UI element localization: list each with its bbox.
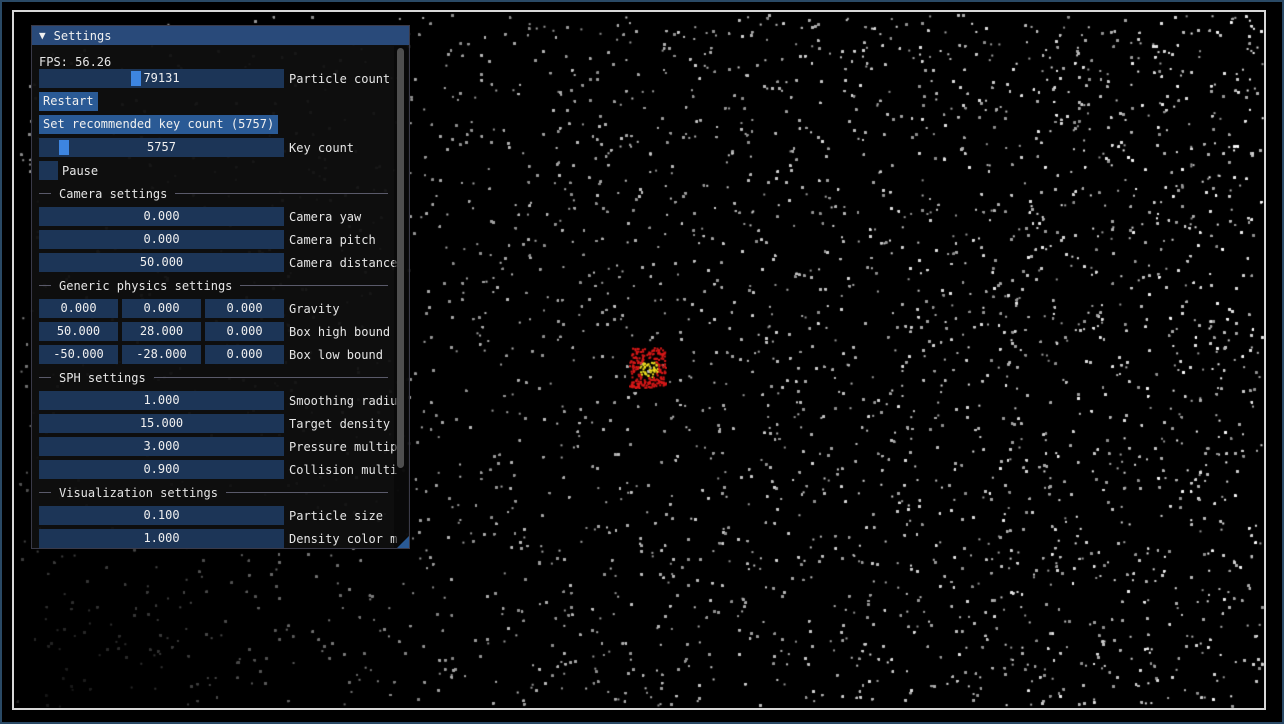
gravity-x-drag[interactable]: 0.000	[39, 299, 118, 318]
sph-settings-separator: SPH settings	[39, 368, 388, 387]
camera-settings-separator: Camera settings	[39, 184, 388, 203]
dense-particle-cluster	[629, 347, 667, 389]
key-count-row: 5757 Key count	[39, 138, 354, 157]
pause-label: Pause	[62, 163, 99, 178]
sph-settings-header: SPH settings	[59, 370, 146, 385]
box-low-bound-row: -50.000 -28.000 0.000 Box low bound	[39, 345, 383, 364]
window-title: Settings	[53, 28, 112, 43]
particle-count-label: Particle count	[289, 71, 391, 86]
pressure-multiplier-drag[interactable]: 3.000	[39, 437, 284, 456]
camera-pitch-label: Camera pitch	[289, 232, 376, 247]
key-count-label: Key count	[289, 140, 355, 155]
camera-settings-header: Camera settings	[59, 186, 168, 201]
separator-line	[39, 377, 51, 378]
settings-window[interactable]: ▼ Settings FPS: 56.26 79131 Particle cou…	[31, 25, 410, 549]
separator-line	[175, 193, 388, 194]
separator-line	[39, 492, 51, 493]
pressure-multiplier-label: Pressure multip	[289, 439, 398, 454]
collision-multiplier-row: 0.900 Collision multi	[39, 460, 397, 479]
settings-scrollbar[interactable]	[394, 46, 408, 548]
restart-row: Restart	[39, 92, 98, 111]
camera-yaw-drag[interactable]: 0.000	[39, 207, 284, 226]
particle-size-row: 0.100 Particle size	[39, 506, 383, 525]
gravity-y-drag[interactable]: 0.000	[122, 299, 201, 318]
particle-count-value: 79131	[143, 71, 180, 85]
camera-distance-row: 50.000 Camera distance	[39, 253, 397, 272]
camera-distance-drag[interactable]: 50.000	[39, 253, 284, 272]
separator-line	[39, 285, 51, 286]
target-density-drag[interactable]: 15.000	[39, 414, 284, 433]
camera-distance-label: Camera distance	[289, 255, 398, 270]
pause-checkbox[interactable]	[39, 161, 58, 180]
key-count-slider[interactable]: 5757	[39, 138, 284, 157]
pause-row: Pause	[39, 161, 98, 180]
key-count-value: 5757	[147, 140, 176, 154]
visualization-settings-header: Visualization settings	[59, 485, 218, 500]
separator-line	[153, 377, 388, 378]
camera-yaw-row: 0.000 Camera yaw	[39, 207, 361, 226]
box-low-bound-label: Box low bound	[289, 347, 383, 362]
high-bound-x-drag[interactable]: 50.000	[39, 322, 118, 341]
physics-settings-separator: Generic physics settings	[39, 276, 388, 295]
collapse-triangle-icon[interactable]: ▼	[39, 29, 46, 42]
restart-button[interactable]: Restart	[39, 92, 98, 111]
separator-line	[240, 285, 388, 286]
smoothing-radius-drag[interactable]: 1.000	[39, 391, 284, 410]
low-bound-z-drag[interactable]: 0.000	[205, 345, 284, 364]
particle-count-row: 79131 Particle count	[39, 69, 390, 88]
slider-grab[interactable]	[59, 140, 70, 155]
gravity-label: Gravity	[289, 301, 340, 316]
camera-pitch-row: 0.000 Camera pitch	[39, 230, 376, 249]
particle-count-slider[interactable]: 79131	[39, 69, 284, 88]
fps-text: FPS: 56.26	[39, 54, 112, 69]
visualization-settings-separator: Visualization settings	[39, 483, 388, 502]
slider-grab[interactable]	[131, 71, 142, 86]
physics-settings-header: Generic physics settings	[59, 278, 233, 293]
pressure-multiplier-row: 3.000 Pressure multip	[39, 437, 397, 456]
high-bound-y-drag[interactable]: 28.000	[122, 322, 201, 341]
smoothing-radius-row: 1.000 Smoothing radiu	[39, 391, 397, 410]
particle-size-drag[interactable]: 0.100	[39, 506, 284, 525]
set-recommended-key-count-button[interactable]: Set recommended key count (5757)	[39, 115, 279, 134]
density-color-drag[interactable]: 1.000	[39, 529, 284, 548]
settings-title-bar[interactable]: ▼ Settings	[32, 26, 409, 45]
low-bound-y-drag[interactable]: -28.000	[122, 345, 201, 364]
resize-grip[interactable]	[397, 536, 409, 548]
collision-multiplier-label: Collision multi	[289, 462, 398, 477]
box-high-bound-row: 50.000 28.000 0.000 Box high bound	[39, 322, 390, 341]
target-density-label: Target density	[289, 416, 391, 431]
gravity-z-drag[interactable]: 0.000	[205, 299, 284, 318]
high-bound-z-drag[interactable]: 0.000	[205, 322, 284, 341]
low-bound-x-drag[interactable]: -50.000	[39, 345, 118, 364]
camera-pitch-drag[interactable]: 0.000	[39, 230, 284, 249]
density-color-row: 1.000 Density color m	[39, 529, 397, 548]
particle-size-label: Particle size	[289, 508, 383, 523]
separator-line	[39, 193, 51, 194]
collision-multiplier-drag[interactable]: 0.900	[39, 460, 284, 479]
separator-line	[225, 492, 388, 493]
recommended-key-row: Set recommended key count (5757)	[39, 115, 279, 134]
camera-yaw-label: Camera yaw	[289, 209, 362, 224]
scrollbar-grab[interactable]	[397, 48, 404, 468]
gravity-row: 0.000 0.000 0.000 Gravity	[39, 299, 340, 318]
box-high-bound-label: Box high bound	[289, 324, 391, 339]
density-color-label: Density color m	[289, 531, 398, 546]
target-density-row: 15.000 Target density	[39, 414, 390, 433]
smoothing-radius-label: Smoothing radiu	[289, 393, 398, 408]
